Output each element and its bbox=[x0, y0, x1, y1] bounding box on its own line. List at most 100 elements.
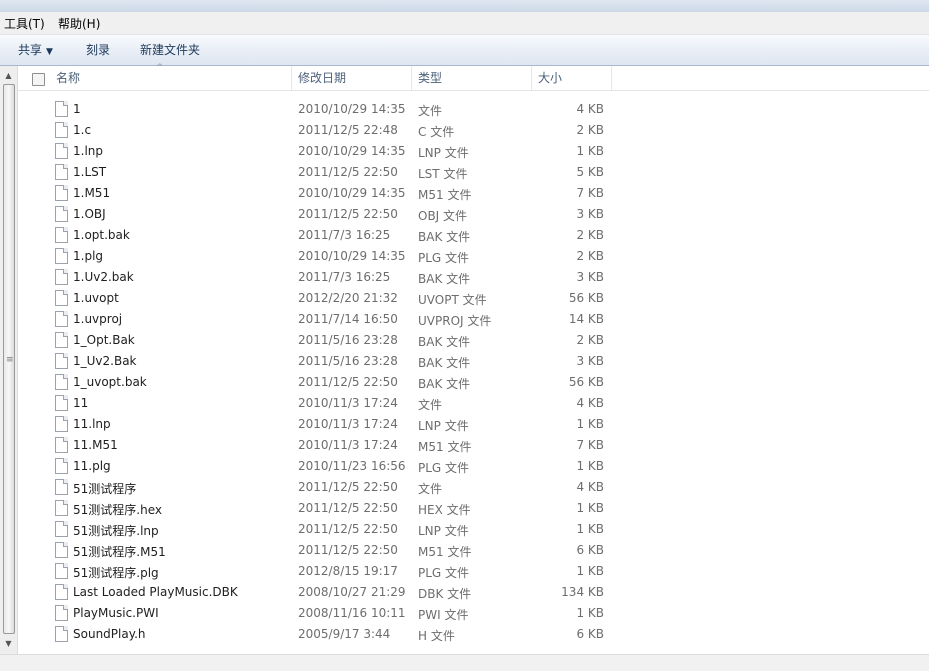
file-row[interactable]: 1_uvopt.bak 2011/12/5 22:50 BAK 文件 56 KB bbox=[18, 372, 929, 393]
file-list: 1 2010/10/29 14:35 文件 4 KB 1.c 2011/12/5… bbox=[18, 99, 929, 654]
share-label: 共享 bbox=[18, 43, 43, 57]
file-size: 2 KB bbox=[576, 333, 604, 347]
column-divider[interactable] bbox=[531, 66, 532, 90]
file-row[interactable]: 51测试程序.hex 2011/12/5 22:50 HEX 文件 1 KB bbox=[18, 498, 929, 519]
file-type: H 文件 bbox=[418, 629, 455, 643]
column-divider[interactable] bbox=[291, 66, 292, 90]
scroll-up-arrow-icon[interactable]: ▲ bbox=[0, 68, 17, 84]
file-icon bbox=[55, 206, 68, 222]
scroll-down-arrow-icon[interactable]: ▼ bbox=[0, 636, 17, 652]
scrollbar-grip-icon: ≡ bbox=[6, 355, 14, 365]
file-name: 1.OBJ bbox=[73, 207, 106, 221]
column-header-type[interactable]: 类型 bbox=[418, 66, 442, 90]
file-name: 51测试程序.hex bbox=[73, 503, 162, 517]
file-size: 5 KB bbox=[576, 165, 604, 179]
file-type: BAK 文件 bbox=[418, 335, 471, 349]
file-row[interactable]: 1.M51 2010/10/29 14:35 M51 文件 7 KB bbox=[18, 183, 929, 204]
file-icon bbox=[55, 164, 68, 180]
new-folder-button[interactable]: 新建文件夹 bbox=[140, 41, 200, 58]
file-type: LNP 文件 bbox=[418, 146, 469, 160]
select-all-checkbox[interactable] bbox=[32, 73, 45, 86]
file-date: 2010/11/3 17:24 bbox=[298, 438, 398, 452]
vertical-scrollbar[interactable]: ▲ ≡ ▼ bbox=[0, 66, 18, 654]
file-type: PLG 文件 bbox=[418, 566, 470, 580]
file-size: 56 KB bbox=[568, 291, 604, 305]
column-header-date[interactable]: 修改日期 bbox=[298, 66, 346, 90]
file-icon bbox=[55, 332, 68, 348]
share-button[interactable]: 共享 ▼ bbox=[18, 41, 53, 58]
file-row[interactable]: SoundPlay.h 2005/9/17 3:44 H 文件 6 KB bbox=[18, 624, 929, 645]
file-date: 2011/12/5 22:50 bbox=[298, 165, 398, 179]
file-row[interactable]: 1.lnp 2010/10/29 14:35 LNP 文件 1 KB bbox=[18, 141, 929, 162]
file-icon bbox=[55, 626, 68, 642]
menu-tools[interactable]: 工具(T) bbox=[4, 15, 45, 32]
file-row[interactable]: 11 2010/11/3 17:24 文件 4 KB bbox=[18, 393, 929, 414]
file-row[interactable]: 1.Uv2.bak 2011/7/3 16:25 BAK 文件 3 KB bbox=[18, 267, 929, 288]
file-date: 2012/2/20 21:32 bbox=[298, 291, 398, 305]
file-type: M51 文件 bbox=[418, 545, 472, 559]
file-size: 6 KB bbox=[576, 543, 604, 557]
file-row[interactable]: 1 2010/10/29 14:35 文件 4 KB bbox=[18, 99, 929, 120]
file-size: 14 KB bbox=[568, 312, 604, 326]
file-size: 1 KB bbox=[576, 501, 604, 515]
file-type: PLG 文件 bbox=[418, 461, 470, 475]
file-name: 1.Uv2.bak bbox=[73, 270, 134, 284]
burn-button[interactable]: 刻录 bbox=[86, 41, 110, 58]
column-divider[interactable] bbox=[611, 66, 612, 90]
file-size: 3 KB bbox=[576, 354, 604, 368]
file-row[interactable]: 1_Uv2.Bak 2011/5/16 23:28 BAK 文件 3 KB bbox=[18, 351, 929, 372]
file-icon bbox=[55, 521, 68, 537]
file-icon bbox=[55, 374, 68, 390]
file-row[interactable]: 51测试程序.lnp 2011/12/5 22:50 LNP 文件 1 KB bbox=[18, 519, 929, 540]
file-name: 1.uvopt bbox=[73, 291, 119, 305]
file-icon bbox=[55, 395, 68, 411]
file-row[interactable]: 1.LST 2011/12/5 22:50 LST 文件 5 KB bbox=[18, 162, 929, 183]
file-name: 51测试程序.plg bbox=[73, 566, 159, 580]
scrollbar-thumb[interactable]: ≡ bbox=[3, 84, 15, 634]
file-type: BAK 文件 bbox=[418, 230, 471, 244]
file-icon bbox=[55, 290, 68, 306]
file-name: 11.plg bbox=[73, 459, 111, 473]
file-size: 3 KB bbox=[576, 270, 604, 284]
file-date: 2011/12/5 22:50 bbox=[298, 375, 398, 389]
file-row[interactable]: 11.lnp 2010/11/3 17:24 LNP 文件 1 KB bbox=[18, 414, 929, 435]
file-type: LNP 文件 bbox=[418, 419, 469, 433]
file-date: 2010/10/29 14:35 bbox=[298, 102, 406, 116]
file-size: 1 KB bbox=[576, 606, 604, 620]
file-row[interactable]: 51测试程序 2011/12/5 22:50 文件 4 KB bbox=[18, 477, 929, 498]
file-type: LST 文件 bbox=[418, 167, 468, 181]
column-header-name[interactable]: 名称 bbox=[56, 66, 80, 90]
file-type: BAK 文件 bbox=[418, 356, 471, 370]
file-row[interactable]: 1.uvproj 2011/7/14 16:50 UVPROJ 文件 14 KB bbox=[18, 309, 929, 330]
file-row[interactable]: 1.opt.bak 2011/7/3 16:25 BAK 文件 2 KB bbox=[18, 225, 929, 246]
file-row[interactable]: 11.plg 2010/11/23 16:56 PLG 文件 1 KB bbox=[18, 456, 929, 477]
file-date: 2010/11/23 16:56 bbox=[298, 459, 406, 473]
file-name: 51测试程序 bbox=[73, 482, 137, 496]
menu-help[interactable]: 帮助(H) bbox=[58, 15, 100, 32]
file-row[interactable]: Last Loaded PlayMusic.DBK 2008/10/27 21:… bbox=[18, 582, 929, 603]
file-icon bbox=[55, 437, 68, 453]
file-icon bbox=[55, 269, 68, 285]
column-header-size[interactable]: 大小 bbox=[538, 66, 562, 90]
file-row[interactable]: 11.M51 2010/11/3 17:24 M51 文件 7 KB bbox=[18, 435, 929, 456]
file-row[interactable]: 1.OBJ 2011/12/5 22:50 OBJ 文件 3 KB bbox=[18, 204, 929, 225]
file-row[interactable]: PlayMusic.PWI 2008/11/16 10:11 PWI 文件 1 … bbox=[18, 603, 929, 624]
file-size: 134 KB bbox=[561, 585, 604, 599]
file-row[interactable]: 1.uvopt 2012/2/20 21:32 UVOPT 文件 56 KB bbox=[18, 288, 929, 309]
file-date: 2011/7/3 16:25 bbox=[298, 228, 391, 242]
file-type: BAK 文件 bbox=[418, 377, 471, 391]
file-size: 2 KB bbox=[576, 123, 604, 137]
menu-bar: 工具(T) 帮助(H) bbox=[0, 12, 929, 35]
file-row[interactable]: 1.c 2011/12/5 22:48 C 文件 2 KB bbox=[18, 120, 929, 141]
file-icon bbox=[55, 416, 68, 432]
file-row[interactable]: 51测试程序.M51 2011/12/5 22:50 M51 文件 6 KB bbox=[18, 540, 929, 561]
file-size: 4 KB bbox=[576, 480, 604, 494]
file-icon bbox=[55, 458, 68, 474]
file-icon bbox=[55, 185, 68, 201]
file-size: 1 KB bbox=[576, 417, 604, 431]
file-size: 1 KB bbox=[576, 522, 604, 536]
file-row[interactable]: 1.plg 2010/10/29 14:35 PLG 文件 2 KB bbox=[18, 246, 929, 267]
column-divider[interactable] bbox=[411, 66, 412, 90]
file-row[interactable]: 51测试程序.plg 2012/8/15 19:17 PLG 文件 1 KB bbox=[18, 561, 929, 582]
file-row[interactable]: 1_Opt.Bak 2011/5/16 23:28 BAK 文件 2 KB bbox=[18, 330, 929, 351]
